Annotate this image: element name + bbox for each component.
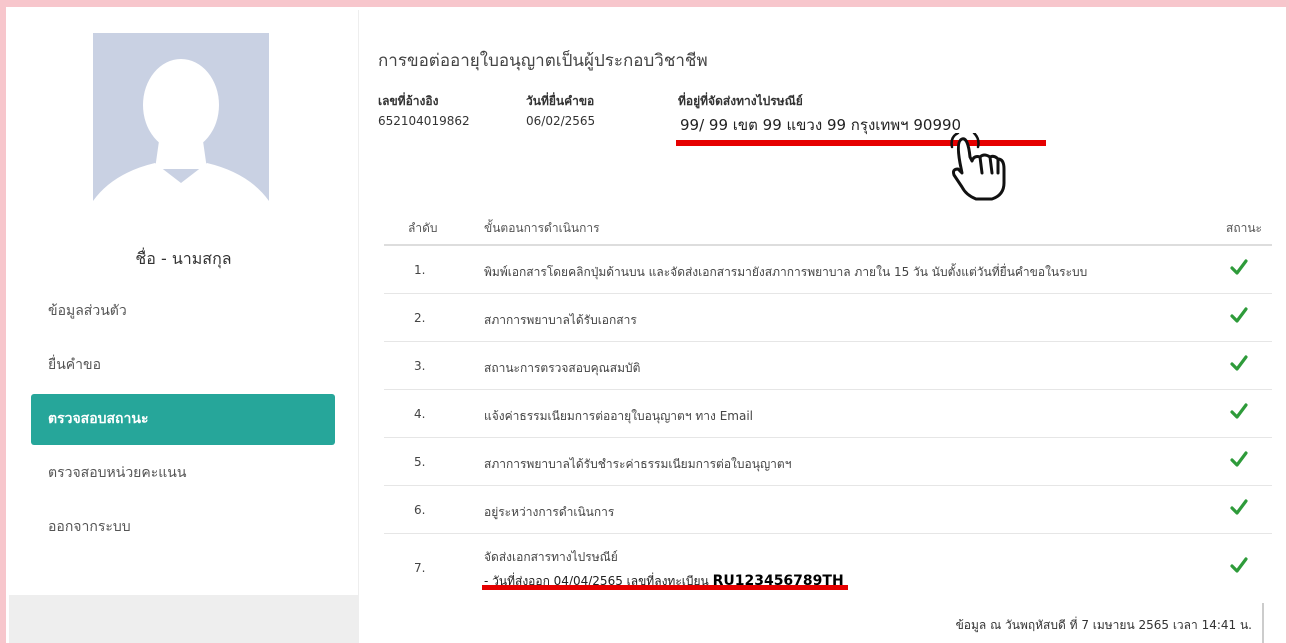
tracking-highlight-underline xyxy=(482,585,848,590)
check-icon xyxy=(1230,499,1248,515)
user-silhouette-icon xyxy=(93,33,269,229)
check-icon xyxy=(1230,355,1248,371)
scrollbar-edge[interactable] xyxy=(1262,603,1264,643)
data-timestamp-note: ข้อมูล ณ วันพฤหัสบดี ที่ 7 เมษายน 2565 เ… xyxy=(955,618,1252,632)
row-step: พิมพ์เอกสารโดยคลิกปุ่มด้านบน และจัดส่งเอ… xyxy=(484,265,1088,279)
row-number: 1. xyxy=(414,263,426,277)
table-row: 7. จัดส่งเอกสารทางไปรษณีย์ - วันที่ส่งออ… xyxy=(384,534,1272,600)
reference-label: เลขที่อ้างอิง xyxy=(378,94,439,108)
check-icon xyxy=(1230,403,1248,419)
sidebar-item-logout[interactable]: ออกจากระบบ xyxy=(31,502,335,553)
table-row: 2. สภาการพยาบาลได้รับเอกสาร xyxy=(384,294,1272,342)
request-date-value: 06/02/2565 xyxy=(526,114,596,128)
sidebar-footer xyxy=(9,595,358,643)
sidebar: ชื่อ - นามสกุล ข้อมูลส่วนตัว ยื่นคำขอ ตร… xyxy=(9,10,359,643)
sidebar-item-submit-request[interactable]: ยื่นคำขอ xyxy=(31,340,335,391)
check-icon xyxy=(1230,557,1248,573)
sidebar-item-profile[interactable]: ข้อมูลส่วนตัว xyxy=(31,286,335,337)
sidebar-item-check-status[interactable]: ตรวจสอบสถานะ xyxy=(31,394,335,445)
sidebar-menu: ข้อมูลส่วนตัว ยื่นคำขอ ตรวจสอบสถานะ ตรวจ… xyxy=(31,286,335,556)
address-value: 99/ 99 เขต 99 แขวง 99 กรุงเทพฯ 90990 xyxy=(680,116,962,134)
row-step: สถานะการตรวจสอบคุณสมบัติ xyxy=(484,361,641,375)
row-step: แจ้งค่าธรรมเนียมการต่ออายุใบอนุญาตฯ ทาง … xyxy=(484,409,753,423)
sidebar-item-check-credits[interactable]: ตรวจสอบหน่วยคะแนน xyxy=(31,448,335,499)
row-number: 2. xyxy=(414,311,426,325)
main-content: การขอต่ออายุใบอนุญาตเป็นผู้ประกอบวิชาชีพ… xyxy=(376,7,1276,643)
check-icon xyxy=(1230,259,1248,275)
header-status: สถานะ xyxy=(1226,221,1262,235)
pointing-hand-icon xyxy=(950,133,1006,201)
row-step-title: จัดส่งเอกสารทางไปรษณีย์ xyxy=(484,550,618,564)
table-row: 3. สถานะการตรวจสอบคุณสมบัติ xyxy=(384,342,1272,390)
table-row: 1. พิมพ์เอกสารโดยคลิกปุ่มด้านบน และจัดส่… xyxy=(384,246,1272,294)
table-row: 6. อยู่ระหว่างการดำเนินการ xyxy=(384,486,1272,534)
status-table: ลำดับ ขั้นตอนการดำเนินการ สถานะ 1. พิมพ์… xyxy=(384,204,1272,600)
page-title: การขอต่ออายุใบอนุญาตเป็นผู้ประกอบวิชาชีพ xyxy=(378,51,708,71)
table-row: 5. สภาการพยาบาลได้รับชำระค่าธรรมเนียมการ… xyxy=(384,438,1272,486)
row-step: สภาการพยาบาลได้รับเอกสาร xyxy=(484,313,637,327)
request-date-label: วันที่ยื่นคำขอ xyxy=(526,94,595,108)
address-label: ที่อยู่ที่จัดส่งทางไปรษณีย์ xyxy=(678,94,803,108)
table-row: 4. แจ้งค่าธรรมเนียมการต่ออายุใบอนุญาตฯ ท… xyxy=(384,390,1272,438)
table-header: ลำดับ ขั้นตอนการดำเนินการ สถานะ xyxy=(384,204,1272,246)
header-order: ลำดับ xyxy=(408,221,438,235)
check-icon xyxy=(1230,451,1248,467)
reference-value: 652104019862 xyxy=(378,114,470,128)
app-frame: ชื่อ - นามสกุล ข้อมูลส่วนตัว ยื่นคำขอ ตร… xyxy=(6,7,1286,643)
row-step: อยู่ระหว่างการดำเนินการ xyxy=(484,505,615,519)
row-number: 3. xyxy=(414,359,426,373)
check-icon xyxy=(1230,307,1248,323)
row-number: 4. xyxy=(414,407,426,421)
row-number: 5. xyxy=(414,455,426,469)
header-step: ขั้นตอนการดำเนินการ xyxy=(484,221,600,235)
avatar xyxy=(93,33,269,229)
user-name: ชื่อ - นามสกุล xyxy=(135,249,232,268)
row-step: สภาการพยาบาลได้รับชำระค่าธรรมเนียมการต่อ… xyxy=(484,457,792,471)
row-number: 7. xyxy=(414,561,426,575)
row-number: 6. xyxy=(414,503,426,517)
